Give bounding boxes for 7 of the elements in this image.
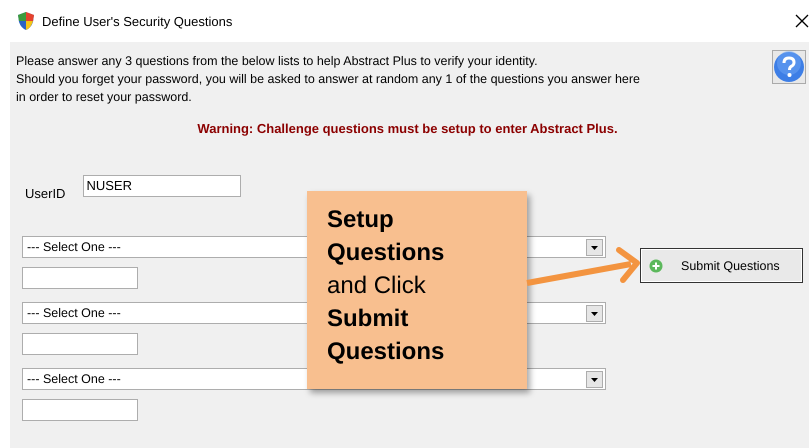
instruction-text: Please answer any 3 questions from the below lists to help Abstract Plus to verify your identity. (16, 53, 539, 70)
window-title: Define User's Security Questions (42, 14, 234, 28)
callout-tooltip: Setup Questions and Click Submit Questions (307, 191, 527, 389)
warning-text: Warning: Challenge questions must be setup to enter Abstract Plus. (196, 121, 619, 136)
instruction-text: Should you forget your password, you will be asked to answer at random any 1 of the questions you answer here (16, 71, 640, 88)
instruction-text: in order to reset your password. (16, 89, 193, 106)
userid-label: UserID (25, 186, 66, 201)
